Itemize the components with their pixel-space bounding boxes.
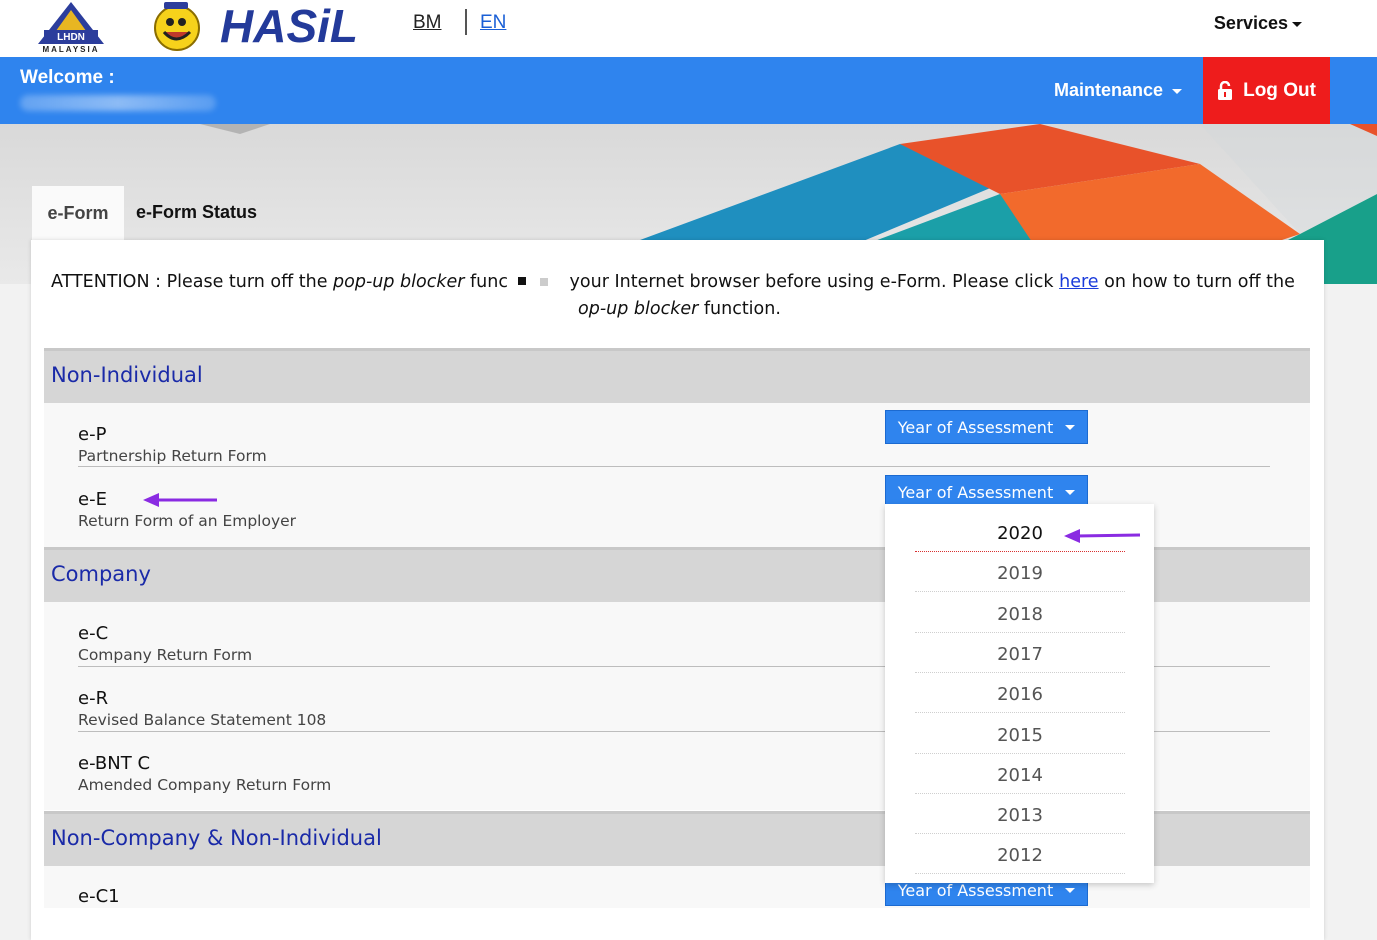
unlock-icon: [1218, 80, 1233, 100]
logout-label: Log Out: [1243, 79, 1316, 101]
chevron-down-icon: [1065, 489, 1076, 495]
year-of-assessment-button-ep[interactable]: Year of Assessment: [885, 410, 1088, 444]
year-dropdown-menu: 2020 2019 2018 2017 2016 2015 2014 2013 2012: [885, 504, 1154, 883]
ezhasil-logo[interactable]: HASiL: [150, 0, 370, 60]
form-code-ee[interactable]: e-E: [78, 489, 107, 510]
yoa-label: Year of Assessment: [897, 417, 1054, 437]
attention-suffix: on how to turn off the: [1098, 272, 1295, 292]
form-code-ec1[interactable]: e-C1: [78, 886, 120, 907]
tab-eform-status[interactable]: e-Form Status: [136, 202, 257, 223]
form-desc-ebnt: Amended Company Return Form: [78, 776, 332, 794]
year-option-2019[interactable]: 2019: [915, 552, 1125, 593]
attention-gap: [530, 269, 570, 296]
services-menu[interactable]: Services: [1214, 13, 1302, 34]
yoa-label: Year of Assessment: [897, 880, 1054, 900]
section-title: Company: [51, 562, 151, 586]
blurred-username: [20, 95, 216, 111]
chevron-down-icon: [1172, 88, 1182, 94]
attention-notice: ATTENTION : Please turn off the pop-up b…: [51, 269, 1311, 323]
form-code-ec[interactable]: e-C: [78, 623, 108, 644]
broken-glyph-icon: [517, 277, 526, 285]
services-label: Services: [1213, 13, 1288, 33]
section-title: Non-Individual: [51, 363, 203, 387]
year-option-2014[interactable]: 2014: [915, 754, 1125, 794]
divider: [78, 466, 1270, 467]
lang-en-link[interactable]: EN: [480, 12, 506, 34]
svg-text:MALAYSIA: MALAYSIA: [42, 45, 99, 54]
year-option-2015[interactable]: 2015: [915, 714, 1125, 754]
year-option-2012[interactable]: 2012: [915, 834, 1125, 875]
attention-prefix: ATTENTION : Please turn off the: [51, 272, 334, 292]
year-option-2016[interactable]: 2016: [915, 673, 1125, 714]
svg-text:LHDN: LHDN: [57, 32, 85, 43]
form-code-ebnt[interactable]: e-BNT C: [78, 753, 150, 774]
broken-glyph-icon: [539, 278, 548, 286]
main-navbar: Welcome : Maintenance Log Out: [0, 57, 1377, 124]
form-desc-ee: Return Form of an Employer: [78, 512, 297, 530]
form-desc-er: Revised Balance Statement 108: [78, 711, 327, 729]
annotation-arrow-icon: [143, 493, 217, 507]
attention-middle2: your Internet browser before using e-For…: [569, 272, 1060, 292]
top-header: LHDN MALAYSIA HASiL BM EN Services: [0, 0, 1377, 57]
chevron-down-icon: [1065, 424, 1076, 430]
year-option-2017[interactable]: 2017: [915, 633, 1125, 673]
form-code-er[interactable]: e-R: [78, 688, 108, 709]
year-option-2018[interactable]: 2018: [915, 593, 1125, 633]
logout-button[interactable]: Log Out: [1203, 57, 1330, 124]
attention-popup-italic: pop-up blocker: [333, 272, 465, 292]
lhdn-logo[interactable]: LHDN MALAYSIA: [28, 0, 114, 55]
maintenance-menu[interactable]: Maintenance: [1054, 80, 1182, 101]
attention-middle: func: [464, 272, 508, 292]
svg-text:HASiL: HASiL: [220, 0, 358, 52]
chevron-down-icon: [1292, 21, 1302, 27]
welcome-label: Welcome :: [20, 67, 115, 88]
tab-eform[interactable]: e-Form: [32, 186, 124, 240]
maintenance-label: Maintenance: [1053, 80, 1163, 100]
yoa-label: Year of Assessment: [897, 482, 1054, 502]
section-non-individual: Non-Individual: [44, 348, 1310, 403]
attention-end: function.: [698, 299, 781, 319]
lang-separator: [465, 9, 467, 35]
form-code-ep[interactable]: e-P: [78, 424, 106, 445]
form-desc-ep: Partnership Return Form: [78, 447, 267, 465]
lang-bm-link[interactable]: BM: [413, 12, 442, 34]
annotation-arrow-icon: [1064, 529, 1141, 543]
here-link[interactable]: here: [1059, 272, 1098, 292]
form-desc-ec: Company Return Form: [78, 646, 253, 664]
chevron-down-icon: [1065, 887, 1076, 893]
year-option-2013[interactable]: 2013: [915, 794, 1125, 835]
section-title: Non-Company & Non-Individual: [51, 826, 382, 850]
attention-popup-italic2: op-up blocker: [578, 299, 699, 319]
tab-eform-label: e-Form: [47, 202, 109, 223]
